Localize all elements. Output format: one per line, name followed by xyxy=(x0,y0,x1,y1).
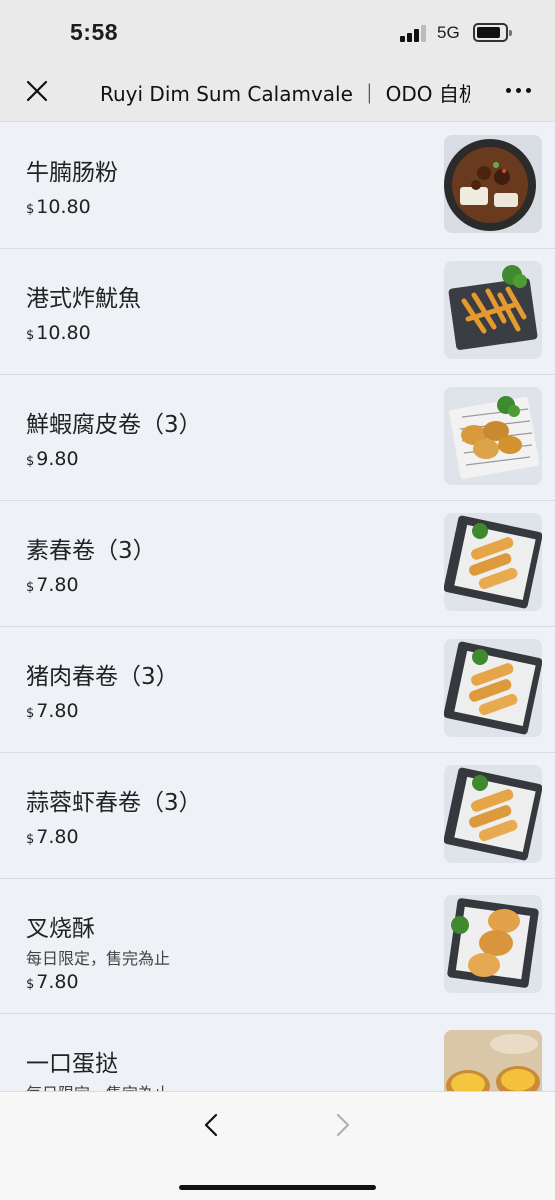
menu-item[interactable]: 港式炸魷魚 $10.80 xyxy=(0,249,555,375)
menu-item[interactable]: 鮮蝦腐皮卷（3） $9.80 xyxy=(0,375,555,501)
spring-roll-image xyxy=(444,513,542,611)
menu-item[interactable]: 猪肉春卷（3） $7.80 xyxy=(0,627,555,753)
item-name: 素春卷（3） xyxy=(26,538,156,564)
item-price: $7.80 xyxy=(26,574,79,596)
chevron-right-icon[interactable] xyxy=(330,1112,354,1138)
item-name: 港式炸魷魚 xyxy=(26,286,141,312)
item-price: $9.80 xyxy=(26,448,79,470)
item-name: 牛腩肠粉 xyxy=(26,160,118,186)
shrimp-beancurd-roll-image xyxy=(444,387,542,485)
more-dots-icon[interactable] xyxy=(504,87,534,97)
close-icon[interactable] xyxy=(24,78,50,104)
navigation-bar: Ruyi Dim Sum Calamvale ｜ ODO 自极 xyxy=(0,62,555,122)
item-note: 每日限定，售完為止 xyxy=(26,949,171,968)
spring-roll-image xyxy=(444,639,542,737)
page-title: Ruyi Dim Sum Calamvale ｜ ODO 自极 xyxy=(100,82,470,106)
home-indicator xyxy=(179,1185,376,1190)
item-name: 一口蛋挞 xyxy=(26,1051,118,1077)
item-price: $10.80 xyxy=(26,322,91,344)
item-price: $7.80 xyxy=(26,700,79,722)
menu-item[interactable]: 叉烧酥 每日限定，售完為止 $7.80 xyxy=(0,879,555,1014)
status-time: 5:58 xyxy=(70,19,119,45)
item-name: 猪肉春卷（3） xyxy=(26,664,179,690)
cellular-signal-icon xyxy=(400,24,428,42)
beef-brisket-rice-roll-image xyxy=(444,135,542,233)
item-price: $7.80 xyxy=(26,826,79,848)
spring-roll-image xyxy=(444,765,542,863)
menu-item[interactable]: 素春卷（3） $7.80 xyxy=(0,501,555,627)
menu-item[interactable]: 一口蛋挞 每日限定，售完為止 xyxy=(0,1014,555,1091)
item-price: $7.80 xyxy=(26,971,79,993)
menu-item[interactable]: 蒜蓉虾春卷（3） $7.80 xyxy=(0,753,555,879)
item-name: 叉烧酥 xyxy=(26,916,95,942)
item-price: $10.80 xyxy=(26,196,91,218)
fried-calamari-image xyxy=(444,261,542,359)
item-note: 每日限定，售完為止 xyxy=(26,1080,170,1091)
status-bar: 5:58 5G xyxy=(0,0,555,62)
bbq-pork-pastry-image xyxy=(444,895,542,993)
egg-tart-image xyxy=(444,1030,542,1091)
network-type: 5G xyxy=(437,23,460,42)
bottom-navigation-bar xyxy=(0,1091,555,1200)
menu-list: 牛腩肠粉 $10.80 港式炸魷魚 $10.80 鮮蝦腐皮卷（3） $9.80 xyxy=(0,123,555,1091)
item-name: 蒜蓉虾春卷（3） xyxy=(26,790,202,816)
menu-item[interactable]: 牛腩肠粉 $10.80 xyxy=(0,123,555,249)
chevron-left-icon[interactable] xyxy=(200,1112,224,1138)
item-name: 鮮蝦腐皮卷（3） xyxy=(26,412,202,438)
battery-icon xyxy=(473,23,512,42)
